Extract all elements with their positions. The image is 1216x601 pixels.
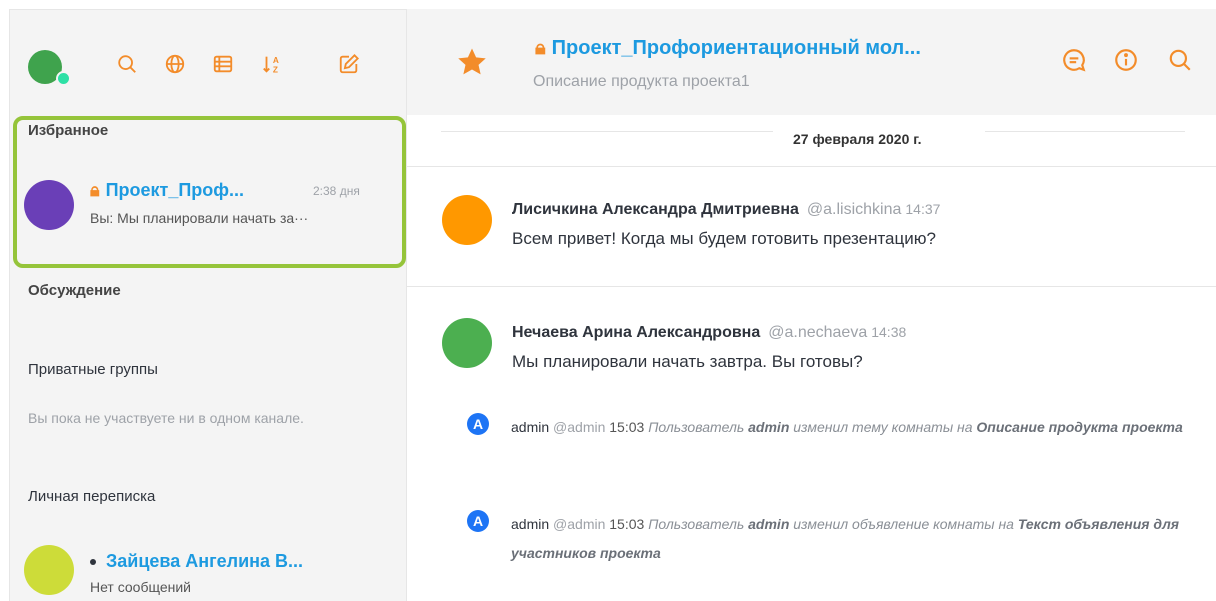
dm-name: Зайцева Ангелина В...: [90, 551, 303, 572]
system-message-text: admin @admin 15:03 Пользователь admin из…: [511, 413, 1201, 442]
system-author[interactable]: admin: [511, 516, 549, 532]
system-username[interactable]: @admin: [553, 516, 605, 532]
admin-avatar[interactable]: A: [467, 413, 489, 435]
discussion-button[interactable]: [1061, 47, 1089, 75]
system-pre: Пользователь: [648, 516, 745, 532]
room-time: 2:38 дня: [313, 184, 360, 198]
room-name: 🔒︎ Проект_Проф...: [90, 180, 244, 201]
sidebar-header: AZ: [10, 10, 407, 116]
room-header: 🔒︎ Проект_Профориентационный мол... Описа…: [407, 9, 1216, 115]
system-message-text: admin @admin 15:03 Пользователь admin из…: [511, 510, 1201, 568]
svg-text:A: A: [273, 56, 279, 65]
system-pre: Пользователь: [648, 419, 745, 435]
create-new-button[interactable]: [337, 52, 361, 76]
lock-icon: 🔒︎: [90, 180, 100, 200]
message-username[interactable]: @a.lisichkina: [807, 201, 902, 218]
discussions-title: Обсуждение: [28, 282, 121, 299]
message-time: 14:37: [905, 201, 941, 217]
system-value: Описание продукта проекта: [976, 419, 1183, 435]
room-topic: Описание продукта проекта1: [533, 73, 750, 90]
status-online-indicator: [56, 71, 71, 86]
private-groups-title: Приватные группы: [28, 361, 158, 378]
message-header: Лисичкина Александра Дмитриевна @a.lisich…: [512, 201, 940, 219]
search-icon: [118, 55, 136, 73]
room-avatar: [24, 180, 74, 230]
system-author[interactable]: admin: [511, 419, 549, 435]
display-button[interactable]: [211, 52, 235, 76]
sort-button[interactable]: AZ: [260, 52, 284, 76]
dm-avatar: [24, 545, 74, 595]
system-username[interactable]: @admin: [553, 419, 605, 435]
divider: [441, 131, 773, 132]
system-time: 15:03: [609, 419, 645, 435]
message-author[interactable]: Нечаева Арина Александровна: [512, 324, 760, 341]
dm-item[interactable]: Зайцева Ангелина В... Нет сообщений: [24, 541, 394, 601]
room-search-button[interactable]: [1167, 47, 1195, 75]
discussion-icon: [1063, 49, 1086, 72]
unread-dot-icon: [90, 559, 96, 566]
date-separator: 27 февраля 2020 г.: [793, 131, 922, 147]
message-time: 14:38: [871, 324, 907, 340]
system-message: A admin @admin 15:03 Пользователь admin …: [467, 510, 1197, 570]
message: Лисичкина Александра Дмитриевна @a.lisich…: [442, 195, 1202, 255]
divider: [407, 166, 1216, 167]
room-last-message: Вы: Мы планировали начать за···: [90, 210, 309, 226]
chat-app: AZ Избранное 🔒︎ Проект_Проф... 2:38 дня В…: [0, 0, 1216, 601]
private-groups-empty: Вы пока не участвуете ни в одном канале.: [28, 410, 304, 426]
directory-button[interactable]: [163, 52, 187, 76]
system-action: изменил тему комнаты на: [793, 419, 973, 435]
search-button[interactable]: [115, 52, 139, 76]
system-actor: admin: [748, 419, 790, 435]
globe-icon: [165, 54, 185, 74]
lock-icon: 🔒︎: [535, 37, 546, 59]
room-title-text: Проект_Профориентационный мол...: [551, 37, 921, 59]
sidebar: AZ Избранное 🔒︎ Проект_Проф... 2:38 дня В…: [9, 9, 406, 601]
message: Нечаева Арина Александровна @a.nechaeva 14…: [442, 318, 1202, 378]
favorites-title: Избранное: [28, 122, 109, 139]
main-panel: 🔒︎ Проект_Профориентационный мол... Описа…: [406, 9, 1216, 601]
system-message: A admin @admin 15:03 Пользователь admin …: [467, 413, 1197, 473]
search-icon: [1169, 49, 1191, 71]
room-name-text: Проект_Проф...: [105, 180, 245, 200]
favorite-star-icon[interactable]: [455, 45, 489, 79]
divider: [407, 286, 1216, 287]
dm-last-message: Нет сообщений: [90, 579, 192, 595]
edit-icon: [339, 53, 360, 74]
info-button[interactable]: [1113, 47, 1141, 75]
message-text: Всем привет! Когда мы будем готовить пре…: [512, 229, 936, 248]
divider: [985, 131, 1185, 132]
message-author[interactable]: Лисичкина Александра Дмитриевна: [512, 201, 799, 218]
system-actor: admin: [748, 516, 790, 532]
favorite-room-item[interactable]: 🔒︎ Проект_Проф... 2:38 дня Вы: Мы планиро…: [24, 176, 394, 236]
list-view-icon: [213, 55, 233, 73]
message-header: Нечаева Арина Александровна @a.nechaeva 14…: [512, 324, 906, 342]
system-time: 15:03: [609, 516, 645, 532]
direct-messages-title: Личная переписка: [28, 488, 156, 505]
message-text: Мы планировали начать завтра. Вы готовы?: [512, 352, 863, 371]
system-action: изменил объявление комнаты на: [793, 516, 1014, 532]
info-icon: [1115, 49, 1137, 71]
svg-text:Z: Z: [273, 65, 278, 74]
admin-avatar[interactable]: A: [467, 510, 489, 532]
message-avatar[interactable]: [442, 195, 492, 245]
message-avatar[interactable]: [442, 318, 492, 368]
sort-icon: AZ: [263, 56, 279, 74]
message-username[interactable]: @a.nechaeva: [768, 324, 867, 341]
dm-name-text: Зайцева Ангелина В...: [106, 551, 304, 571]
room-title: 🔒︎ Проект_Профориентационный мол...: [535, 37, 921, 60]
